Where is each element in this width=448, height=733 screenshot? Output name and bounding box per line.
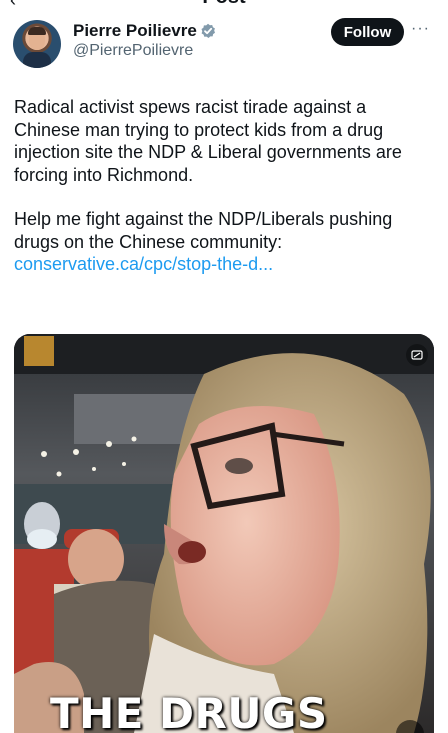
post-text: Radical activist spews racist tirade aga… [14, 96, 434, 276]
post-link[interactable]: conservative.ca/cpc/stop-the-d... [14, 254, 273, 274]
more-options-icon[interactable]: ··· [411, 20, 430, 38]
post-paragraph-2-text: Help me fight against the NDP/Liberals p… [14, 209, 393, 252]
author-name[interactable]: Pierre Poilievre [73, 21, 197, 41]
top-bar: ‹ Post [0, 0, 448, 10]
video-caption: THE DRUGS [50, 689, 328, 733]
avatar-hair [28, 27, 46, 35]
verified-badge-icon [201, 23, 215, 38]
post-paragraph-1: Radical activist spews racist tirade aga… [14, 97, 402, 185]
author-handle[interactable]: @PierrePoilievre [73, 42, 193, 60]
follow-button[interactable]: Follow [331, 18, 404, 46]
avatar[interactable] [13, 20, 61, 68]
gif-glyph [411, 350, 423, 360]
post-paragraph-2: Help me fight against the NDP/Liberals p… [14, 208, 434, 276]
video-frame [14, 334, 434, 733]
avatar-shirt [23, 52, 51, 68]
page-title: Post [0, 0, 448, 9]
video-media[interactable]: THE DRUGS [14, 334, 434, 733]
gif-icon[interactable] [406, 344, 428, 366]
